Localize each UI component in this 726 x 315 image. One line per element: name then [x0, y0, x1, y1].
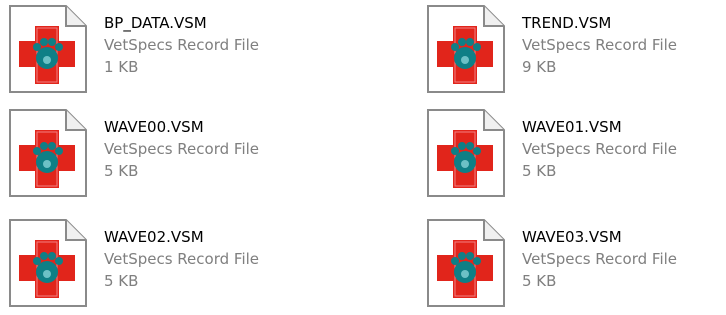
vetspecs-file-icon — [426, 4, 506, 94]
file-size: 5 KB — [522, 272, 557, 290]
file-name: WAVE02.VSM — [104, 228, 204, 246]
file-name: WAVE03.VSM — [522, 228, 622, 246]
file-item-wave01[interactable]: WAVE01.VSM VetSpecs Record File 5 KB — [426, 108, 726, 198]
file-size: 5 KB — [522, 162, 557, 180]
vetspecs-file-icon — [8, 218, 88, 308]
file-item-wave02[interactable]: WAVE02.VSM VetSpecs Record File 5 KB — [8, 218, 308, 308]
file-name: WAVE01.VSM — [522, 118, 622, 136]
file-item-bp-data[interactable]: BP_DATA.VSM VetSpecs Record File 1 KB — [8, 4, 308, 94]
file-size: 5 KB — [104, 162, 139, 180]
file-name: BP_DATA.VSM — [104, 14, 207, 32]
file-type: VetSpecs Record File — [522, 250, 678, 268]
file-type: VetSpecs Record File — [104, 36, 260, 54]
file-item-wave00[interactable]: WAVE00.VSM VetSpecs Record File 5 KB — [8, 108, 308, 198]
file-type: VetSpecs Record File — [522, 36, 678, 54]
file-type: VetSpecs Record File — [522, 140, 678, 158]
vetspecs-file-icon — [426, 108, 506, 198]
file-name: WAVE00.VSM — [104, 118, 204, 136]
vetspecs-file-icon — [426, 218, 506, 308]
file-size: 9 KB — [522, 58, 557, 76]
vetspecs-file-icon — [8, 4, 88, 94]
file-item-wave03[interactable]: WAVE03.VSM VetSpecs Record File 5 KB — [426, 218, 726, 308]
file-name: TREND.VSM — [522, 14, 612, 32]
file-type: VetSpecs Record File — [104, 140, 260, 158]
file-size: 5 KB — [104, 272, 139, 290]
file-size: 1 KB — [104, 58, 139, 76]
file-item-trend[interactable]: TREND.VSM VetSpecs Record File 9 KB — [426, 4, 726, 94]
file-type: VetSpecs Record File — [104, 250, 260, 268]
vetspecs-file-icon — [8, 108, 88, 198]
